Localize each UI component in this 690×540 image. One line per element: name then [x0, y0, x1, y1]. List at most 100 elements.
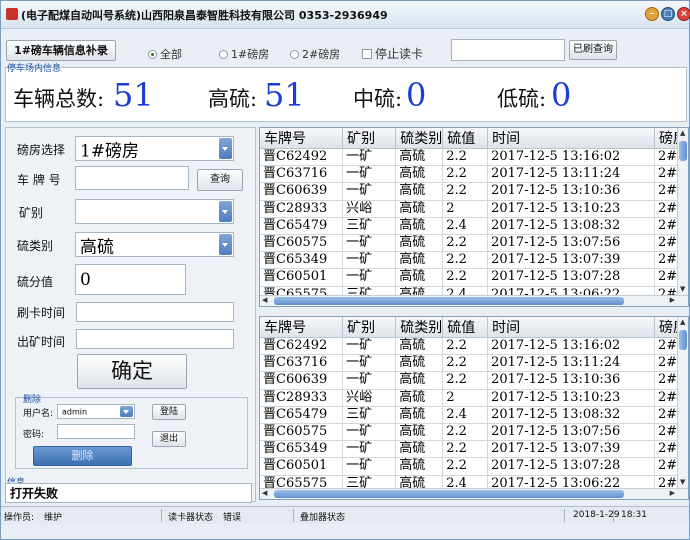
top-vertical-scroll-thumb[interactable]: [679, 141, 687, 161]
top-horizontal-scrollbar[interactable]: ◀ ▶: [260, 295, 688, 306]
column-header-mine[interactable]: 矿别: [342, 317, 397, 338]
plate-query-button[interactable]: 查询: [197, 169, 243, 191]
cell-sulfur-type: 高硫: [395, 165, 444, 184]
login-button[interactable]: 登陆: [152, 404, 186, 420]
scroll-up-icon[interactable]: ▲: [680, 129, 685, 138]
operator-value: 维护: [44, 513, 63, 523]
cell-plate: 晋C28933: [260, 200, 344, 218]
table-row[interactable]: 晋C60639 一矿 高硫 2.2 2017-12-5 13:10:36 2#: [260, 182, 688, 201]
cell-plate: 晋C65479: [260, 406, 344, 424]
scroll-down-icon[interactable]: ▼: [680, 478, 685, 487]
chevron-down-icon[interactable]: [120, 406, 133, 417]
mid-sulfur-label: 中硫:: [353, 87, 403, 111]
records-table-top[interactable]: 车牌号 矿别 硫类别 硫值 时间 磅房 晋C62492 一矿 高硫 2.2 2017-1…: [259, 127, 689, 307]
column-header-time[interactable]: 时间: [487, 128, 655, 149]
sulfur-type-label: 硫类别: [17, 239, 54, 253]
table-row[interactable]: 晋C63716 一矿 高硫 2.2 2017-12-5 13:11:24 2#: [260, 165, 688, 184]
card-query-button[interactable]: 已刷查询: [569, 40, 617, 60]
column-header-time[interactable]: 时间: [487, 317, 655, 338]
parking-info-label: 停车场内信息: [7, 64, 62, 74]
table-row[interactable]: 晋C63716 一矿 高硫 2.2 2017-12-5 13:11:24 2#: [260, 354, 688, 373]
cell-sulfur-value: 2.2: [442, 182, 489, 201]
mine-select[interactable]: [75, 199, 234, 224]
table-row[interactable]: 晋C65349 一矿 高硫 2.2 2017-12-5 13:07:39 2#: [260, 251, 688, 270]
password-input[interactable]: [57, 424, 135, 439]
column-header-mine[interactable]: 矿别: [342, 128, 397, 149]
cell-sulfur-value: 2.2: [442, 148, 489, 167]
table-row[interactable]: 晋C60575 一矿 高硫 2.2 2017-12-5 13:07:56 2#: [260, 234, 688, 253]
bottom-vertical-scrollbar[interactable]: ▲ ▼: [677, 317, 688, 488]
bottom-vertical-scroll-thumb[interactable]: [679, 330, 687, 350]
column-header-sulfur-type[interactable]: 硫类别: [395, 317, 444, 338]
supplement-record-button[interactable]: 1#磅车辆信息补录: [6, 40, 116, 61]
filter-radio-all[interactable]: 全部: [148, 46, 182, 62]
table-row[interactable]: 晋C65349 一矿 高硫 2.2 2017-12-5 13:07:39 2#: [260, 440, 688, 459]
filter-radio-scale-2[interactable]: 2#磅房: [290, 46, 340, 62]
window-title: (电子配煤自动叫号系统)山西阳泉昌泰智胜科技有限公司 0353-2936949: [21, 9, 388, 22]
table-row[interactable]: 晋C62492 一矿 高硫 2.2 2017-12-5 13:16:02 2#: [260, 148, 688, 167]
swipe-time-input[interactable]: [76, 302, 234, 322]
bottom-horizontal-scrollbar[interactable]: ◀ ▶: [260, 488, 688, 499]
logout-button[interactable]: 退出: [152, 431, 186, 447]
confirm-button[interactable]: 确定: [77, 354, 187, 389]
cell-sulfur-type: 高硫: [395, 440, 444, 459]
card-number-input[interactable]: [451, 39, 565, 61]
table-row[interactable]: 晋C62492 一矿 高硫 2.2 2017-12-5 13:16:02 2#: [260, 337, 688, 356]
table-row[interactable]: 晋C60639 一矿 高硫 2.2 2017-12-5 13:10:36 2#: [260, 371, 688, 390]
delete-group-label: 删除: [23, 395, 42, 405]
delete-button[interactable]: 删除: [33, 446, 132, 466]
column-header-sulfur-value[interactable]: 硫值: [442, 317, 489, 338]
records-table-bottom[interactable]: 车牌号 矿别 硫类别 硫值 时间 磅房 晋C62492 一矿 高硫 2.2 2017-1…: [259, 316, 689, 500]
filter-radio-label: 2#磅房: [302, 48, 341, 61]
column-header-plate[interactable]: 车牌号: [260, 317, 344, 338]
low-sulfur-value: 0: [551, 76, 572, 114]
chevron-down-icon[interactable]: [219, 138, 232, 159]
sulfur-type-select[interactable]: 高硫: [75, 232, 234, 257]
maximize-icon: □: [663, 9, 673, 19]
cell-plate: 晋C63716: [260, 165, 344, 184]
cell-time: 2017-12-5 13:16:02: [487, 148, 655, 167]
table-row[interactable]: 晋C60501 一矿 高硫 2.2 2017-12-5 13:07:28 2#: [260, 268, 688, 287]
scroll-left-icon[interactable]: ◀: [262, 296, 267, 305]
top-vertical-scrollbar[interactable]: ▲ ▼: [677, 128, 688, 295]
table-row[interactable]: 晋C65479 三矿 高硫 2.4 2017-12-5 13:08:32 2#: [260, 406, 688, 424]
exit-time-input[interactable]: [76, 329, 234, 349]
close-icon: ×: [680, 9, 688, 19]
scroll-right-icon[interactable]: ▶: [670, 489, 675, 498]
table-row[interactable]: 晋C28933 兴峪 高硫 2 2017-12-5 13:10:23 2#: [260, 389, 688, 407]
username-select[interactable]: admin: [57, 404, 135, 419]
column-header-sulfur-value[interactable]: 硫值: [442, 128, 489, 149]
cell-sulfur-type: 高硫: [395, 354, 444, 373]
cell-sulfur-type: 高硫: [395, 234, 444, 253]
stop-reading-checkbox[interactable]: 停止读卡: [362, 45, 423, 62]
column-header-sulfur-type[interactable]: 硫类别: [395, 128, 444, 149]
overlay-status-label: 叠加器状态: [300, 513, 346, 523]
table-row[interactable]: 晋C60501 一矿 高硫 2.2 2017-12-5 13:07:28 2#: [260, 457, 688, 476]
top-horizontal-scroll-thumb[interactable]: [274, 297, 624, 305]
filter-radio-scale-1[interactable]: 1#磅房: [219, 46, 269, 62]
scroll-right-icon[interactable]: ▶: [670, 296, 675, 305]
maximize-button[interactable]: □: [661, 7, 675, 21]
cell-mine: 一矿: [342, 337, 397, 356]
close-button[interactable]: ×: [677, 7, 690, 21]
records-bottom-rows: 晋C62492 一矿 高硫 2.2 2017-12-5 13:16:02 2# 晋C6371…: [260, 337, 688, 493]
table-row[interactable]: 晋C60575 一矿 高硫 2.2 2017-12-5 13:07:56 2#: [260, 423, 688, 442]
cell-time: 2017-12-5 13:08:32: [487, 217, 655, 235]
scroll-down-icon[interactable]: ▼: [680, 285, 685, 294]
column-header-plate[interactable]: 车牌号: [260, 128, 344, 149]
minimize-button[interactable]: –: [645, 7, 659, 21]
scroll-up-icon[interactable]: ▲: [680, 318, 685, 327]
table-row[interactable]: 晋C28933 兴峪 高硫 2 2017-12-5 13:10:23 2#: [260, 200, 688, 218]
chevron-down-icon[interactable]: [219, 234, 232, 255]
chevron-down-icon[interactable]: [219, 201, 232, 222]
scroll-left-icon[interactable]: ◀: [262, 489, 267, 498]
cell-time: 2017-12-5 13:10:36: [487, 371, 655, 390]
plate-input[interactable]: [75, 166, 189, 190]
bottom-horizontal-scroll-thumb[interactable]: [274, 490, 624, 498]
table-row[interactable]: 晋C65479 三矿 高硫 2.4 2017-12-5 13:08:32 2#: [260, 217, 688, 235]
sulfur-value-input[interactable]: 0: [75, 264, 186, 295]
total-count-label: 车辆总数:: [13, 87, 105, 111]
status-divider: [564, 509, 565, 522]
main-window: (电子配煤自动叫号系统)山西阳泉昌泰智胜科技有限公司 0353-2936949 …: [0, 0, 690, 540]
scale-select[interactable]: 1#磅房: [75, 136, 234, 161]
